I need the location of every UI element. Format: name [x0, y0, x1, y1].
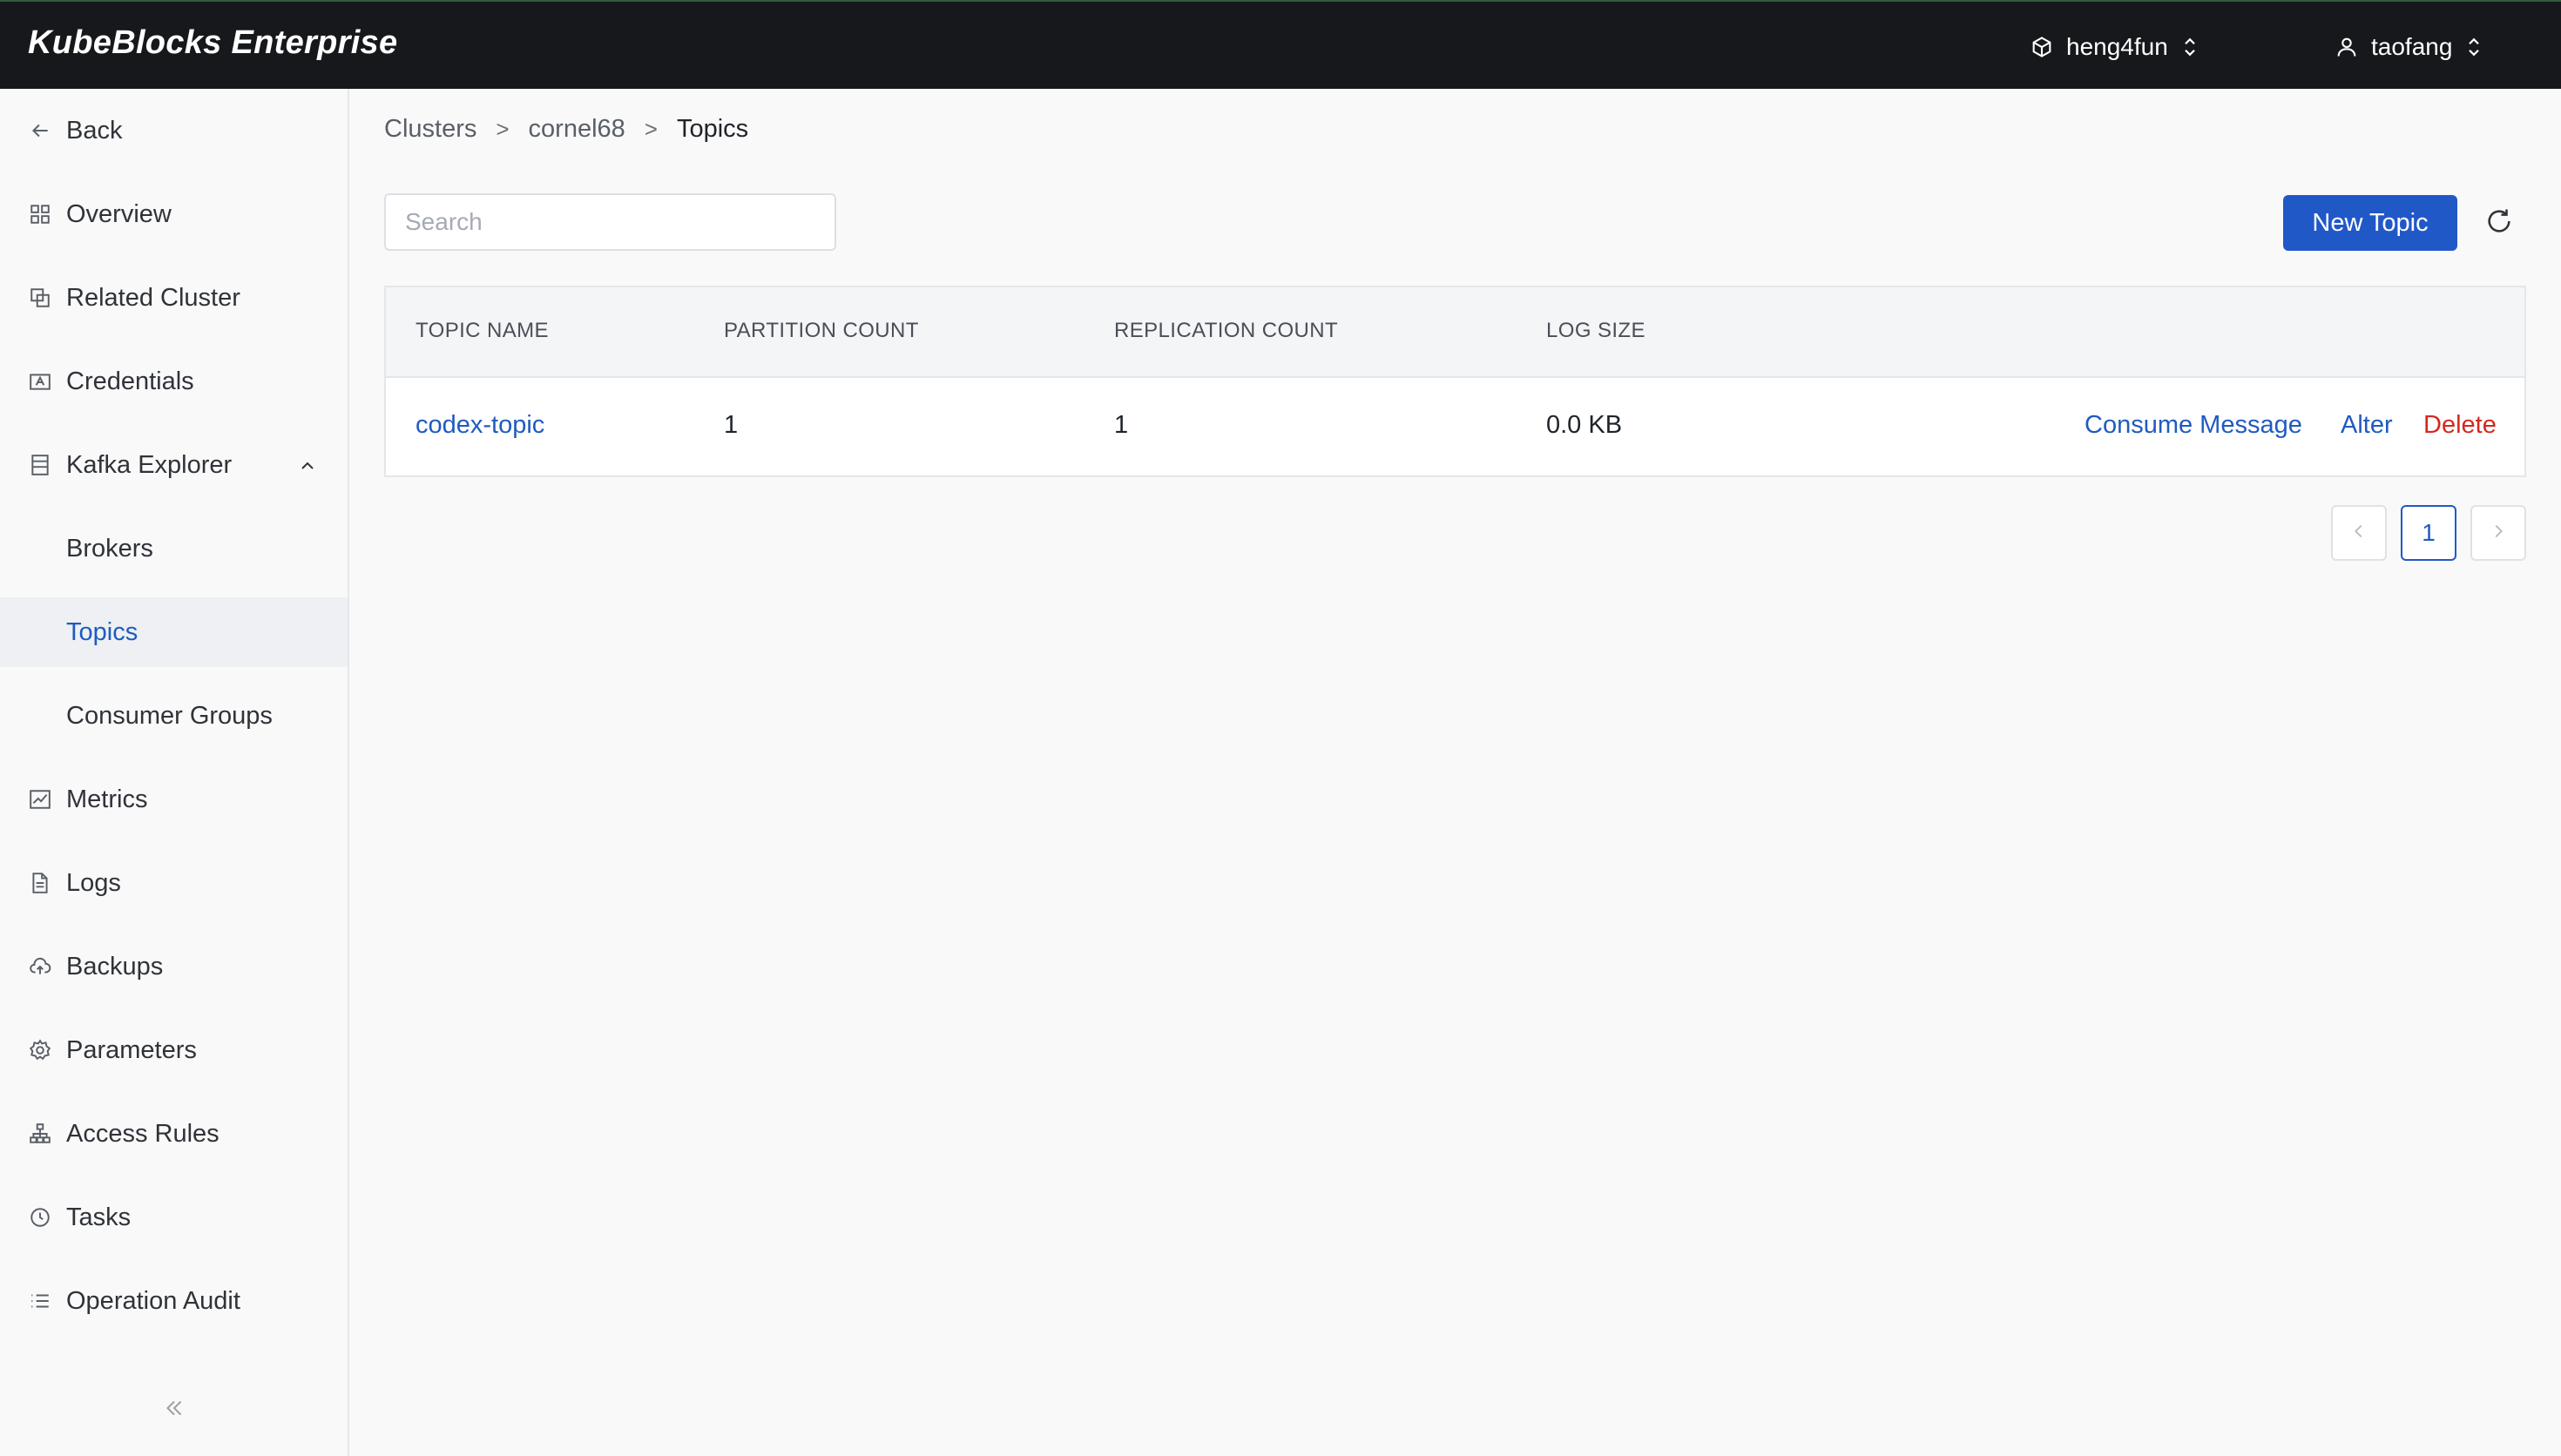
sidebar-item-label: Access Rules	[66, 1119, 220, 1148]
topics-table: TOPIC NAME PARTITION COUNT REPLICATION C…	[384, 286, 2526, 477]
sidebar-item-label: Metrics	[66, 785, 148, 813]
cloud-upload-icon	[28, 954, 52, 979]
refresh-icon	[2484, 206, 2514, 240]
sidebar-item-label: Parameters	[66, 1035, 197, 1064]
topic-name-link[interactable]: codex-topic	[416, 411, 544, 440]
breadcrumb-cluster[interactable]: cornel68	[529, 115, 625, 144]
sidebar-item-label: Backups	[66, 952, 164, 981]
partition-count: 1	[724, 411, 739, 439]
top-bar: KubeBlocks Enterprise heng4fun taofang	[0, 0, 2561, 89]
collapse-sidebar-button[interactable]	[159, 1395, 189, 1425]
delete-link[interactable]: Delete	[2423, 411, 2497, 440]
table-header: TOPIC NAME PARTITION COUNT REPLICATION C…	[386, 287, 2524, 378]
sidebar-item-label: Kafka Explorer	[66, 450, 233, 479]
user-selector[interactable]: taofang	[2335, 28, 2483, 66]
column-header-log-size: LOG SIZE	[1546, 319, 1645, 342]
table-row: codex-topic 1 1 0.0 KB Consume Message A…	[386, 378, 2524, 475]
org-label: heng4fun	[2066, 33, 2168, 60]
sidebar-item-tasks[interactable]: Tasks	[0, 1183, 348, 1252]
double-chevron-left-icon	[161, 1395, 187, 1426]
chevron-left-icon	[2349, 519, 2368, 547]
breadcrumb-separator: >	[496, 116, 510, 142]
sidebar-item-label: Topics	[66, 617, 139, 646]
sidebar-item-access-rules[interactable]: Access Rules	[0, 1099, 348, 1169]
sidebar-item-label: Brokers	[66, 534, 153, 563]
chart-icon	[28, 787, 52, 812]
chevron-up-down-icon	[2464, 34, 2483, 60]
sidebar-item-back[interactable]: Back	[0, 96, 348, 165]
sidebar-item-label: Overview	[66, 199, 172, 228]
sidebar-item-operation-audit[interactable]: Operation Audit	[0, 1266, 348, 1336]
grid-icon	[28, 202, 52, 226]
database-icon	[28, 453, 52, 477]
breadcrumb: Clusters > cornel68 > Topics	[384, 115, 748, 144]
user-label: taofang	[2371, 33, 2453, 60]
sidebar-item-label: Consumer Groups	[66, 701, 273, 730]
sidebar-item-consumer-groups[interactable]: Consumer Groups	[0, 681, 348, 751]
clock-icon	[28, 1205, 52, 1230]
sidebar-item-label: Logs	[66, 868, 121, 897]
new-topic-button[interactable]: New Topic	[2283, 195, 2457, 251]
brand-logo: KubeBlocks Enterprise	[28, 24, 398, 61]
sidebar-item-topics[interactable]: Topics	[0, 597, 348, 667]
sidebar-item-overview[interactable]: Overview	[0, 179, 348, 249]
breadcrumb-current: Topics	[676, 115, 749, 143]
column-header-partition-count: PARTITION COUNT	[724, 319, 919, 342]
sidebar-item-logs[interactable]: Logs	[0, 848, 348, 918]
prev-page-button[interactable]	[2331, 505, 2387, 561]
chevron-up-down-icon	[2180, 34, 2199, 60]
gear-icon	[28, 1038, 52, 1062]
replication-count: 1	[1114, 411, 1129, 439]
next-page-button[interactable]	[2470, 505, 2526, 561]
chevron-up-icon	[297, 455, 318, 483]
breadcrumb-clusters[interactable]: Clusters	[384, 115, 476, 144]
file-icon	[28, 871, 52, 895]
sidebar-item-parameters[interactable]: Parameters	[0, 1015, 348, 1085]
sidebar-item-label: Back	[66, 116, 123, 145]
refresh-button[interactable]	[2482, 206, 2517, 240]
sidebar-item-backups[interactable]: Backups	[0, 932, 348, 1001]
search-input[interactable]	[384, 193, 836, 251]
sidebar-item-label: Tasks	[66, 1203, 132, 1231]
column-header-replication-count: REPLICATION COUNT	[1114, 319, 1339, 342]
alter-link[interactable]: Alter	[2341, 411, 2393, 440]
arrow-left-icon	[28, 118, 52, 143]
sidebar-item-related-cluster[interactable]: Related Cluster	[0, 263, 348, 333]
sidebar-item-label: Credentials	[66, 367, 194, 395]
org-selector[interactable]: heng4fun	[2030, 28, 2199, 66]
sidebar: Back Overview Related Cluster Credential…	[0, 89, 349, 1456]
id-card-icon	[28, 369, 52, 394]
breadcrumb-separator: >	[644, 116, 658, 142]
main-content: Clusters > cornel68 > Topics New Topic T…	[349, 89, 2561, 1456]
sidebar-item-kafka-explorer[interactable]: Kafka Explorer	[0, 430, 348, 500]
consume-message-link[interactable]: Consume Message	[2085, 411, 2302, 440]
network-icon	[28, 1122, 52, 1146]
sidebar-item-credentials[interactable]: Credentials	[0, 347, 348, 416]
log-size: 0.0 KB	[1546, 411, 1623, 439]
sidebar-item-label: Related Cluster	[66, 283, 240, 312]
org-icon	[2030, 35, 2054, 59]
chevron-right-icon	[2489, 519, 2508, 547]
sidebar-item-label: Operation Audit	[66, 1286, 240, 1315]
list-icon	[28, 1289, 52, 1313]
copy-icon	[28, 286, 52, 310]
column-header-topic-name: TOPIC NAME	[416, 319, 549, 342]
sidebar-item-brokers[interactable]: Brokers	[0, 514, 348, 583]
user-icon	[2335, 35, 2359, 59]
page-button-current[interactable]: 1	[2401, 505, 2456, 561]
sidebar-item-metrics[interactable]: Metrics	[0, 765, 348, 834]
